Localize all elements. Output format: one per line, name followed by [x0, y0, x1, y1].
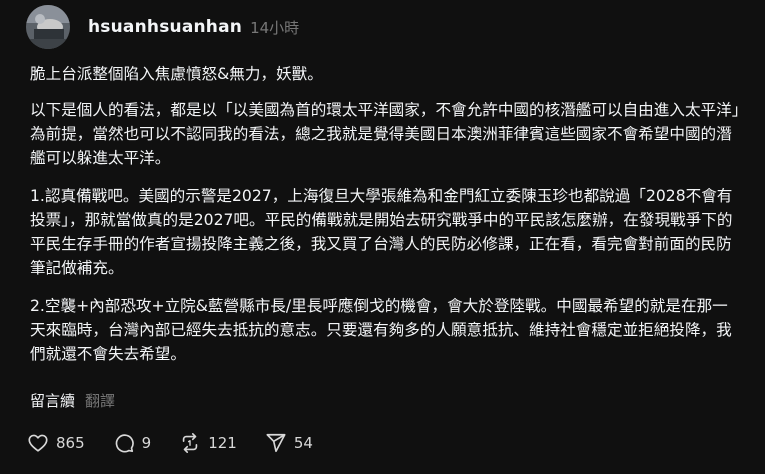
thread-post: hsuanhsuanhan 14小時 脆上台派整個陷入焦慮憤怒&無力，妖獸。 以… [0, 0, 765, 474]
post-meta-row: 留言續 翻譯 [30, 390, 115, 411]
post-paragraph-1: 脆上台派整個陷入焦慮憤怒&無力，妖獸。 [30, 65, 323, 83]
share-icon [266, 433, 286, 453]
comment-button[interactable]: 9 [113, 432, 152, 454]
avatar[interactable] [26, 5, 70, 49]
translate-link[interactable]: 翻譯 [85, 390, 115, 411]
repost-icon [182, 433, 198, 453]
like-button[interactable]: 865 [27, 432, 85, 454]
comment-icon [115, 434, 134, 453]
repost-count: 121 [208, 434, 237, 452]
comment-count: 9 [141, 434, 152, 452]
post-actions: 865 9 121 54 [27, 430, 341, 456]
repost-button[interactable]: 121 [179, 432, 237, 454]
post-paragraph-2: 以下是個人的看法，都是以「以美國為首的環太平洋國家，不會允許中國的核潛艦可以自由… [30, 101, 740, 167]
share-button[interactable]: 54 [265, 432, 313, 454]
post-timestamp: 14小時 [250, 18, 300, 37]
post-paragraph-4: 2.空襲+內部恐攻+立院&藍營縣市長/里長呼應倒戈的機會，會大於登陸戰。中國最希… [30, 297, 732, 363]
post-header: hsuanhsuanhan 14小時 [26, 5, 299, 49]
avatar-image [26, 5, 70, 49]
share-count: 54 [293, 434, 313, 452]
like-count: 865 [56, 434, 85, 452]
post-paragraph-3: 1.認真備戰吧。美國的示警是2027，上海復旦大學張維為和金門紅立委陳玉珍也都說… [30, 187, 733, 277]
continue-comment-label: 留言續 [30, 392, 76, 410]
heart-icon [28, 434, 48, 452]
post-body: 脆上台派整個陷入焦慮憤怒&無力，妖獸。 以下是個人的看法，都是以「以美國為首的環… [30, 62, 742, 380]
username[interactable]: hsuanhsuanhan [88, 17, 242, 37]
